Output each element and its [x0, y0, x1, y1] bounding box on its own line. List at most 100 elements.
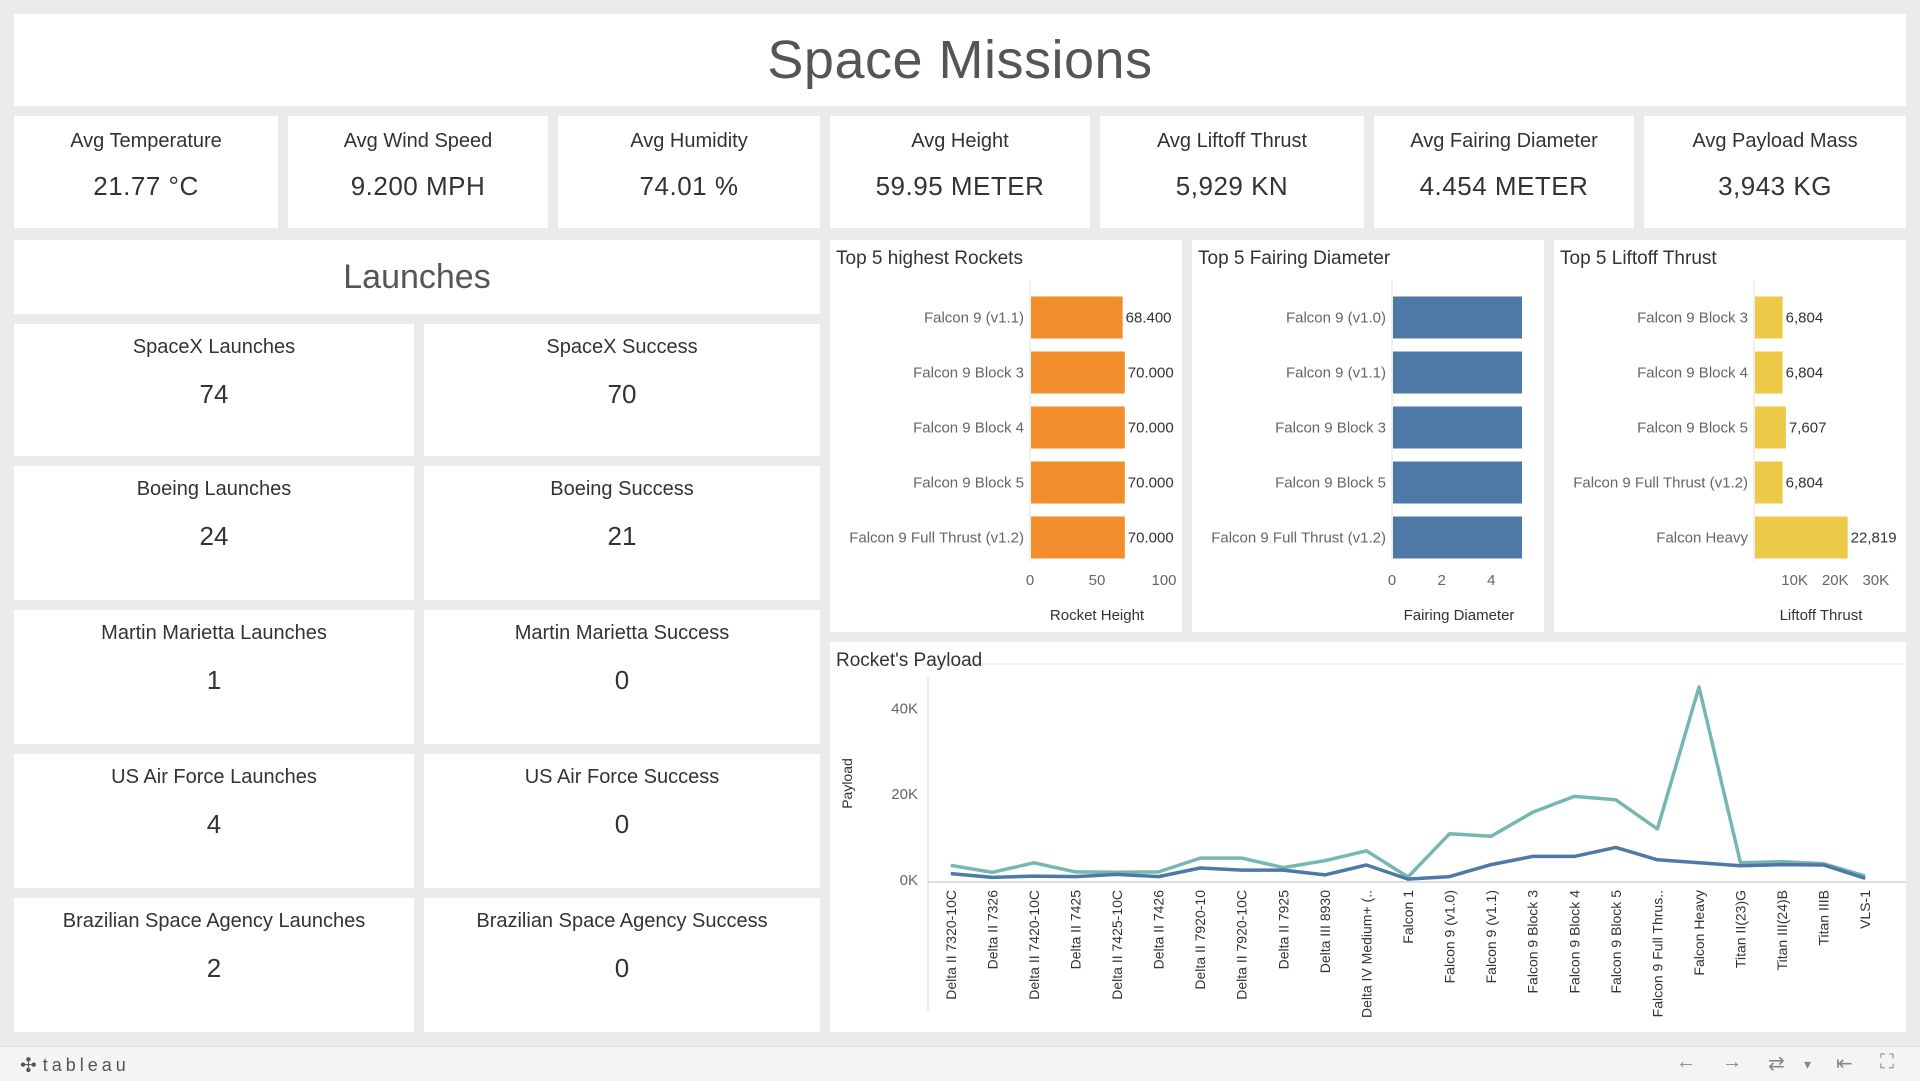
category-label: Falcon 9 (v1.0)	[1286, 310, 1386, 327]
card-value: 0	[614, 809, 630, 839]
chart-tile-fairing-diameter: Top 5 Fairing Diameter Falcon 9 (v1.0) Fa…	[1192, 240, 1544, 632]
card-label: Boeing Launches	[136, 478, 292, 500]
chart-tile-liftoff-thrust: Top 5 Liftoff Thrust Falcon 9 Block 3 6,8…	[1554, 240, 1906, 632]
kpi-value: 3,943 KG	[1718, 171, 1832, 201]
x-tick-label: 50	[1089, 572, 1106, 589]
kpi-label: Avg Temperature	[70, 130, 222, 152]
x-axis-title: Liftoff Thrust	[1780, 607, 1864, 624]
x-tick-label: Delta IV Medium+ (..	[1358, 890, 1374, 1018]
card-label: Brazilian Space Agency Launches	[62, 910, 366, 932]
bar	[1393, 296, 1523, 339]
chart-title: Top 5 highest Rockets	[836, 248, 1023, 269]
back-to-start-button[interactable]: ⇤	[1836, 1051, 1853, 1076]
x-tick-label: Falcon 9 Full Thrus..	[1649, 890, 1665, 1017]
card-martin-marietta-success: Martin Marietta Success 0	[424, 610, 820, 744]
data-label: 70.000	[1128, 365, 1174, 382]
card-spacex-success: SpaceX Success 70	[424, 324, 820, 456]
data-label: 68.400	[1126, 310, 1172, 327]
dashboard-title-tile: Space Missions	[14, 14, 1906, 106]
rocket-height-bar-chart: Falcon 9 (v1.1) 68.400 Falcon 9 Block 3 70.…	[849, 280, 1177, 624]
category-label: Falcon 9 Block 5	[1275, 475, 1386, 492]
x-tick-label: Falcon 9 Block 5	[1608, 890, 1624, 994]
series-line	[950, 845, 1866, 881]
kpi-value: 74.01 %	[639, 171, 739, 201]
revert-button[interactable]: ⇄	[1768, 1051, 1785, 1076]
data-label: 70.000	[1128, 420, 1174, 437]
chart-title: Top 5 Fairing Diameter	[1198, 248, 1391, 269]
tableau-logo[interactable]: ✣ tableau	[20, 1053, 130, 1078]
kpi-tile-humidity: Avg Humidity 74.01 %	[558, 116, 820, 228]
bar	[1393, 406, 1523, 449]
category-label: Falcon 9 (v1.1)	[1286, 365, 1386, 382]
card-value: 4	[206, 809, 222, 839]
x-tick-label: 20K	[1822, 572, 1849, 589]
kpi-tile-fairing-diameter: Avg Fairing Diameter 4.454 METER	[1374, 116, 1634, 228]
chart-tile-rocket-payload: Rocket's Payload 0K 20K 40K Payload Delta II…	[830, 642, 1906, 1032]
kpi-tile-wind-speed: Avg Wind Speed 9.200 MPH	[288, 116, 548, 228]
liftoff-thrust-bar-chart: Falcon 9 Block 3 6,804 Falcon 9 Block 4 6,8…	[1573, 280, 1897, 624]
category-label: Falcon 9 Block 3	[913, 365, 1024, 382]
card-label: Brazilian Space Agency Success	[476, 910, 768, 932]
card-brazilian-space-agency-launches: Brazilian Space Agency Launches 2	[14, 898, 414, 1032]
undo-button[interactable]: ←	[1676, 1051, 1696, 1074]
bar	[1755, 406, 1786, 449]
kpi-value: 59.95 METER	[875, 171, 1045, 201]
y-tick-label: 0K	[900, 872, 918, 889]
kpi-tile-height: Avg Height 59.95 METER	[830, 116, 1090, 228]
card-value: 24	[199, 521, 229, 551]
x-tick-label: 0	[1026, 572, 1034, 589]
data-label: 70.000	[1128, 530, 1174, 547]
bar	[1393, 516, 1523, 559]
kpi-tile-payload-mass: Avg Payload Mass 3,943 KG	[1644, 116, 1906, 228]
card-boeing-launches: Boeing Launches 24	[14, 466, 414, 600]
x-tick-label: Titan IIIB	[1816, 890, 1832, 946]
category-label: Falcon 9 Block 5	[1637, 420, 1748, 437]
x-tick-label: 0	[1388, 572, 1396, 589]
x-axis-title: Rocket Height	[1050, 607, 1145, 624]
fullscreen-button[interactable]: ⛶	[1880, 1051, 1894, 1074]
x-tick-label: Delta II 7925	[1275, 890, 1291, 970]
card-value: 1	[206, 665, 222, 695]
bar	[1755, 516, 1848, 559]
launches-heading-tile: Launches	[14, 240, 820, 314]
x-tick-label: Falcon 1	[1400, 890, 1416, 944]
y-tick-label: 40K	[891, 700, 918, 717]
card-brazilian-space-agency-success: Brazilian Space Agency Success 0	[424, 898, 820, 1032]
category-label: Falcon 9 Block 4	[913, 420, 1024, 437]
card-label: SpaceX Launches	[132, 336, 296, 358]
bar	[1393, 461, 1523, 504]
x-tick-label: Delta II 7420-10C	[1026, 890, 1042, 1000]
card-boeing-success: Boeing Success 21	[424, 466, 820, 600]
bar	[1031, 296, 1123, 339]
bar	[1031, 406, 1125, 449]
card-label: Martin Marietta Launches	[101, 622, 327, 644]
x-tick-label: Titan II(23)G	[1733, 890, 1749, 968]
x-tick-label: Delta II 7426	[1151, 890, 1167, 970]
redo-button[interactable]: →	[1722, 1051, 1742, 1074]
kpi-value: 4.454 METER	[1419, 171, 1589, 201]
card-value: 21	[607, 521, 637, 551]
tableau-logo-icon: ✣	[20, 1055, 37, 1077]
card-value: 0	[614, 953, 630, 983]
kpi-value: 5,929 KN	[1175, 171, 1289, 201]
chart-title: Rocket's Payload	[836, 650, 983, 671]
dashboard-title: Space Missions	[767, 30, 1153, 90]
chart-tile-rocket-height: Top 5 highest Rockets Falcon 9 (v1.1) 68.…	[830, 240, 1182, 632]
revert-menu-chevron-icon[interactable]: ▾	[1804, 1056, 1811, 1073]
x-tick-label: Falcon 9 Block 4	[1566, 890, 1582, 994]
card-value: 74	[199, 379, 229, 409]
bar	[1031, 461, 1125, 504]
card-value: 0	[614, 665, 630, 695]
kpi-value: 9.200 MPH	[350, 171, 486, 201]
x-tick-label: 2	[1437, 572, 1445, 589]
data-label: 6,804	[1786, 310, 1824, 327]
kpi-label: Avg Height	[911, 130, 1009, 152]
card-value: 70	[607, 379, 637, 409]
bar	[1393, 351, 1523, 394]
category-label: Falcon 9 Block 3	[1275, 420, 1386, 437]
x-tick-label: Delta II 7326	[984, 890, 1000, 970]
fairing-diameter-bar-chart: Falcon 9 (v1.0) Falcon 9 (v1.1) Falcon 9 B…	[1211, 280, 1523, 624]
x-tick-label: Falcon 9 (v1.1)	[1483, 890, 1499, 983]
category-label: Falcon 9 Block 3	[1637, 310, 1748, 327]
x-tick-label: Delta II 7920-10	[1192, 890, 1208, 990]
